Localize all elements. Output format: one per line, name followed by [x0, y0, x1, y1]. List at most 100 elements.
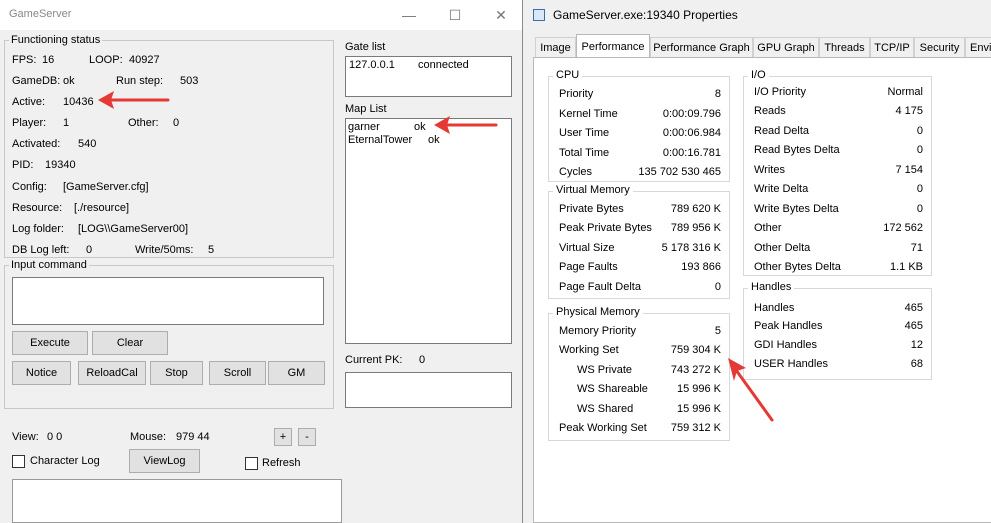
command-input[interactable]	[12, 277, 324, 325]
row-label: Handles	[754, 302, 795, 314]
window-title: GameServer	[9, 8, 72, 20]
activated-value: 540	[78, 138, 97, 150]
physical-memory-group: Physical Memory Memory Priority 5 Working…	[548, 306, 730, 441]
zoom-out-button[interactable]: -	[298, 428, 316, 446]
row-value: Normal	[887, 86, 923, 98]
reloadcal-button[interactable]: ReloadCal	[78, 361, 146, 385]
gamedb-value: ok	[63, 75, 75, 87]
loop-value: 40927	[129, 54, 160, 66]
stop-button[interactable]: Stop	[150, 361, 203, 385]
runstep-value: 503	[180, 75, 199, 87]
row-label: Kernel Time	[559, 108, 618, 120]
map-list-label: Map List	[345, 103, 387, 115]
tab-environment[interactable]: Envi	[965, 37, 991, 57]
gate-list-box[interactable]: 127.0.0.1 connected	[345, 56, 512, 97]
current-pk-box[interactable]	[345, 372, 512, 408]
row-value: 8	[714, 88, 721, 100]
tab-gpu-graph[interactable]: GPU Graph	[753, 37, 819, 57]
row-label: Other	[754, 222, 782, 234]
fps-value: 16	[42, 54, 55, 66]
row-value: 759 304 K	[670, 344, 721, 356]
tab-image[interactable]: Image	[535, 37, 576, 57]
map-list-row-eternaltower[interactable]: EternalTower ok	[348, 134, 440, 146]
view-label: View:	[12, 431, 39, 443]
tab-tcpip[interactable]: TCP/IP	[870, 37, 914, 57]
map-list-box[interactable]: garner ok EternalTower ok	[345, 118, 512, 344]
map-list-row-garner[interactable]: garner ok	[348, 121, 426, 133]
io-row: I/O Priority Normal	[754, 86, 923, 102]
row-label: Working Set	[559, 344, 619, 356]
row-label: Write Delta	[754, 183, 809, 195]
mouse-value: 979 44	[176, 431, 210, 443]
cpu-title: CPU	[553, 69, 583, 81]
performance-panel: CPU Priority 8 Kernel Time 0:00:09.796 Use…	[533, 57, 991, 523]
tab-performance-graph[interactable]: Performance Graph	[650, 37, 753, 57]
current-pk-value: 0	[419, 354, 426, 366]
row-value: 15 996 K	[676, 383, 721, 395]
app-icon	[533, 9, 545, 21]
notice-button[interactable]: Notice	[12, 361, 71, 385]
row-value: 0	[916, 203, 923, 215]
row-value: 465	[904, 320, 923, 332]
execute-button[interactable]: Execute	[12, 331, 88, 355]
annotation-arrow-active	[98, 91, 170, 109]
other-value: 0	[173, 117, 180, 129]
gamedb-label: GameDB:	[12, 75, 61, 87]
write-label: Write/50ms:	[135, 244, 194, 256]
io-title: I/O	[748, 69, 769, 81]
dblog-label: DB Log left:	[12, 244, 70, 256]
zoom-in-button[interactable]: +	[274, 428, 292, 446]
row-value: 15 996 K	[676, 403, 721, 415]
titlebar: GameServer — ☐ ✕	[0, 0, 524, 30]
tab-threads[interactable]: Threads	[819, 37, 870, 57]
row-label: Virtual Size	[559, 242, 615, 254]
io-row: Other 172 562	[754, 222, 923, 238]
row-value: 0	[916, 183, 923, 195]
close-icon[interactable]: ✕	[478, 0, 524, 30]
refresh-checkbox[interactable]	[245, 457, 258, 470]
map-name: EternalTower	[348, 134, 413, 146]
pm-row: WS Private 743 272 K	[559, 364, 721, 380]
row-label: Read Bytes Delta	[754, 144, 840, 156]
clear-button[interactable]: Clear	[92, 331, 168, 355]
pm-row: Working Set 759 304 K	[559, 344, 721, 360]
row-value: 0:00:16.781	[662, 147, 721, 159]
row-label: Cycles	[559, 166, 593, 178]
io-row: Reads 4 175	[754, 105, 923, 121]
row-label: I/O Priority	[754, 86, 806, 98]
tab-performance[interactable]: Performance	[576, 34, 650, 58]
row-value: 759 312 K	[670, 422, 721, 434]
io-row: Writes 7 154	[754, 164, 923, 180]
fps-label: FPS:	[12, 54, 37, 66]
gate-list-row[interactable]: 127.0.0.1 connected	[349, 59, 469, 71]
gate-name: 127.0.0.1	[349, 59, 395, 71]
scroll-button[interactable]: Scroll	[209, 361, 266, 385]
minimize-icon[interactable]: —	[386, 0, 432, 30]
handles-row: USER Handles 68	[754, 358, 923, 374]
gm-button[interactable]: GM	[268, 361, 325, 385]
pm-row: WS Shared 15 996 K	[559, 403, 721, 419]
row-label: Reads	[754, 105, 786, 117]
row-label: WS Shared	[577, 403, 634, 415]
row-label: GDI Handles	[754, 339, 817, 351]
activated-label: Activated:	[12, 138, 61, 150]
tab-security[interactable]: Security	[914, 37, 965, 57]
properties-window: GameServer.exe:19340 Properties Image Pe…	[522, 0, 991, 523]
maximize-icon[interactable]: ☐	[432, 0, 478, 30]
log-view-area[interactable]	[12, 479, 342, 523]
gameserver-window: GameServer — ☐ ✕ Functioning status FPS:…	[0, 0, 524, 523]
io-row: Write Delta 0	[754, 183, 923, 199]
row-value: 135 702 530 465	[638, 166, 721, 178]
row-value: 0	[916, 125, 923, 137]
row-value: 7 154	[895, 164, 923, 176]
pm-row: Peak Working Set 759 312 K	[559, 422, 721, 438]
character-log-checkbox[interactable]	[12, 455, 25, 468]
row-value: 5	[714, 325, 721, 337]
row-value: 0:00:09.796	[662, 108, 721, 120]
viewlog-button[interactable]: ViewLog	[129, 449, 200, 473]
row-label: Peak Private Bytes	[559, 222, 652, 234]
gate-list-label: Gate list	[345, 41, 386, 53]
row-label: Other Delta	[754, 242, 811, 254]
annotation-arrow-working-set	[728, 358, 774, 422]
map-name: garner	[348, 121, 380, 133]
